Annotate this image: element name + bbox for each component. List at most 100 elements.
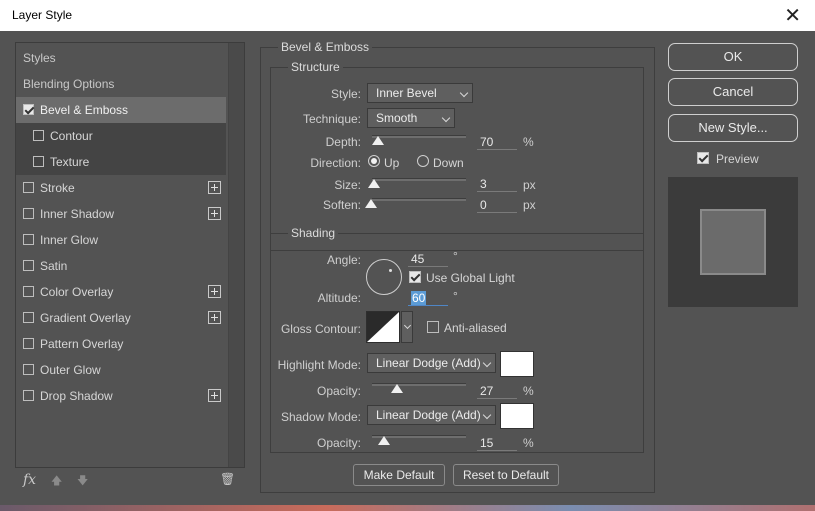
inner-shadow-checkbox[interactable] [23, 208, 34, 219]
altitude-input[interactable]: 60 [408, 290, 448, 306]
size-slider[interactable] [372, 178, 466, 181]
use-global-light-checkbox[interactable] [409, 271, 421, 283]
outer-glow-checkbox[interactable] [23, 364, 34, 375]
close-icon[interactable]: ✕ [784, 3, 801, 28]
chevron-down-icon [482, 358, 492, 368]
blending-options-label: Blending Options [23, 77, 115, 91]
highlight-mode-dropdown[interactable]: Linear Dodge (Add) [367, 353, 496, 373]
shadow-opacity-unit: % [523, 436, 534, 450]
direction-label: Direction: [310, 156, 361, 170]
depth-input[interactable]: 70 [477, 134, 517, 150]
blending-options[interactable]: Blending Options [16, 71, 226, 97]
style-list-footer: fx 🡅 🡇 🗑 [15, 466, 243, 496]
sidebar-item-stroke[interactable]: Stroke [16, 175, 226, 201]
highlight-opacity-label: Opacity: [316, 384, 361, 398]
contour-checkbox[interactable] [33, 130, 44, 141]
texture-checkbox[interactable] [33, 156, 44, 167]
soften-input[interactable]: 0 [477, 197, 517, 213]
sidebar-item-label: Gradient Overlay [40, 311, 131, 325]
highlight-opacity-thumb[interactable] [391, 384, 403, 393]
title-bar: Layer Style ✕ [0, 0, 815, 32]
gloss-contour-picker[interactable] [366, 311, 400, 343]
size-slider-thumb[interactable] [368, 179, 380, 188]
sidebar-item-label: Pattern Overlay [40, 337, 124, 351]
soften-slider-thumb[interactable] [365, 199, 377, 208]
window-title: Layer Style [12, 8, 73, 22]
sidebar-item-color-overlay[interactable]: Color Overlay [16, 279, 226, 305]
direction-up-radio[interactable] [368, 155, 380, 167]
angle-degree: ° [453, 249, 458, 263]
sidebar-item-inner-shadow[interactable]: Inner Shadow [16, 201, 226, 227]
angle-dial[interactable] [366, 259, 402, 295]
highlight-mode-value: Linear Dodge (Add) [376, 356, 481, 370]
pattern-overlay-checkbox[interactable] [23, 338, 34, 349]
shadow-opacity-input[interactable]: 15 [477, 435, 517, 451]
anti-aliased-checkbox[interactable] [427, 321, 439, 333]
inner-glow-checkbox[interactable] [23, 234, 34, 245]
add-inner-shadow-icon[interactable] [208, 207, 221, 220]
move-up-icon[interactable]: 🡅 [51, 472, 62, 491]
sidebar-item-label: Stroke [40, 181, 75, 195]
styles-header[interactable]: Styles [16, 45, 226, 71]
new-style-button[interactable]: New Style... [668, 114, 798, 142]
sidebar-item-label: Inner Shadow [40, 207, 115, 221]
ok-button[interactable]: OK [668, 43, 798, 71]
satin-checkbox[interactable] [23, 260, 34, 271]
add-color-overlay-icon[interactable] [208, 285, 221, 298]
structure-title: Structure [288, 60, 343, 74]
angle-input[interactable]: 45 [408, 251, 448, 267]
shadow-color-swatch[interactable] [500, 403, 534, 429]
technique-dropdown[interactable]: Smooth [367, 108, 455, 128]
sidebar-item-label: Texture [50, 155, 90, 169]
sidebar-item-contour[interactable]: Contour [16, 123, 226, 149]
preview-checkbox[interactable] [697, 152, 709, 164]
add-stroke-icon[interactable] [208, 181, 221, 194]
depth-slider-thumb[interactable] [372, 136, 384, 145]
style-preview-square [700, 209, 766, 275]
sidebar-item-drop-shadow[interactable]: Drop Shadow [16, 383, 226, 409]
desktop-background-strip [0, 505, 815, 511]
highlight-opacity-slider[interactable] [372, 383, 466, 386]
direction-up-label: Up [384, 156, 400, 170]
bevel-emboss-checkbox[interactable] [23, 104, 34, 115]
add-drop-shadow-icon[interactable] [208, 389, 221, 402]
move-down-icon[interactable]: 🡇 [77, 472, 88, 491]
altitude-label: Altitude: [317, 291, 361, 305]
cancel-button[interactable]: Cancel [668, 78, 798, 106]
highlight-opacity-input[interactable]: 27 [477, 383, 517, 399]
style-list-scrollbar[interactable] [228, 43, 244, 467]
fx-icon[interactable]: fx [23, 472, 36, 488]
trash-icon[interactable]: 🗑 [220, 472, 235, 486]
sidebar-item-gradient-overlay[interactable]: Gradient Overlay [16, 305, 226, 331]
soften-slider[interactable] [372, 198, 466, 201]
add-gradient-overlay-icon[interactable] [208, 311, 221, 324]
sidebar-item-texture[interactable]: Texture [16, 149, 226, 175]
sidebar-item-outer-glow[interactable]: Outer Glow [16, 357, 226, 383]
preview-label: Preview [716, 152, 759, 166]
sidebar-item-satin[interactable]: Satin [16, 253, 226, 279]
highlight-color-swatch[interactable] [500, 351, 534, 377]
style-dropdown[interactable]: Inner Bevel [367, 83, 473, 103]
sidebar-item-inner-glow[interactable]: Inner Glow [16, 227, 226, 253]
sidebar-item-pattern-overlay[interactable]: Pattern Overlay [16, 331, 226, 357]
color-overlay-checkbox[interactable] [23, 286, 34, 297]
gradient-overlay-checkbox[interactable] [23, 312, 34, 323]
chevron-down-icon [482, 410, 492, 420]
sidebar-item-bevel-emboss[interactable]: Bevel & Emboss [16, 97, 226, 123]
size-input[interactable]: 3 [477, 176, 517, 192]
depth-slider[interactable] [372, 135, 466, 138]
gloss-contour-dropdown[interactable] [401, 311, 413, 343]
stroke-checkbox[interactable] [23, 182, 34, 193]
direction-down-radio[interactable] [417, 155, 429, 167]
reset-to-default-button[interactable]: Reset to Default [453, 464, 559, 486]
angle-dial-marker [389, 269, 392, 272]
shadow-mode-dropdown[interactable]: Linear Dodge (Add) [367, 405, 496, 425]
style-list: Styles Blending Options Bevel & Emboss C… [15, 42, 245, 468]
soften-unit: px [523, 198, 536, 212]
drop-shadow-checkbox[interactable] [23, 390, 34, 401]
sidebar-item-label: Inner Glow [40, 233, 99, 247]
shadow-opacity-thumb[interactable] [378, 436, 390, 445]
depth-label: Depth: [325, 135, 361, 149]
direction-down-label: Down [433, 156, 464, 170]
make-default-button[interactable]: Make Default [353, 464, 445, 486]
